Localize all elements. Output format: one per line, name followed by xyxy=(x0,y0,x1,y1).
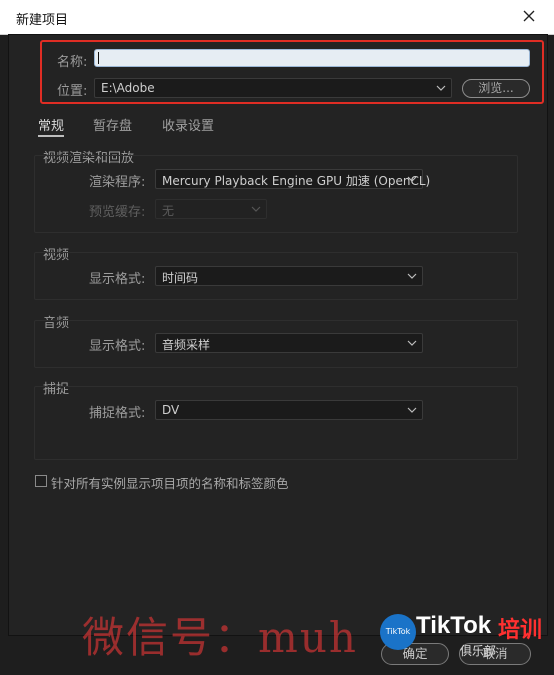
preview-cache-select: 无 xyxy=(155,199,267,219)
location-value: E:\Adobe xyxy=(101,81,155,95)
browse-button[interactable]: 浏览... xyxy=(462,79,530,98)
show-label-colors-label: 针对所有实例显示项目项的名称和标签颜色 xyxy=(51,476,289,491)
name-label: 名称: xyxy=(57,55,88,70)
tab-scratch-disks[interactable]: 暂存盘 xyxy=(93,115,132,134)
dialog-titlebar: 新建项目 xyxy=(0,0,554,35)
logo-club-text: 俱乐部 xyxy=(460,644,497,658)
dialog-title: 新建项目 xyxy=(16,13,69,28)
watermark-text: 微信号：muh xyxy=(82,613,358,662)
renderer-value: Mercury Playback Engine GPU 加速 (OpenCL) xyxy=(162,174,431,188)
show-label-colors-checkbox[interactable] xyxy=(35,475,47,487)
audio-format-value: 音频采样 xyxy=(162,338,211,352)
close-icon xyxy=(523,10,535,22)
logo-text: TikTok xyxy=(416,612,492,639)
tab-ingest-settings[interactable]: 收录设置 xyxy=(162,115,214,134)
capture-format-label: 捕捉格式: xyxy=(89,406,146,421)
project-name-input[interactable] xyxy=(94,49,530,67)
audio-format-label: 显示格式: xyxy=(89,339,146,354)
tiktok-badge-icon: TikTok xyxy=(380,614,416,650)
tab-general[interactable]: 常规 xyxy=(38,115,65,137)
chevron-down-icon xyxy=(407,340,417,346)
chevron-down-icon xyxy=(407,407,417,413)
chevron-down-icon xyxy=(436,85,446,91)
text-caret xyxy=(98,52,99,64)
video-format-value: 时间码 xyxy=(162,271,199,285)
logo-red-text: 培训 xyxy=(498,618,543,643)
video-format-label: 显示格式: xyxy=(89,272,146,287)
renderer-label: 渲染程序: xyxy=(89,175,146,190)
capture-section xyxy=(34,386,518,460)
location-select[interactable]: E:\Adobe xyxy=(94,78,452,98)
video-format-select[interactable]: 时间码 xyxy=(155,266,423,286)
audio-format-select[interactable]: 音频采样 xyxy=(155,333,423,353)
preview-cache-value: 无 xyxy=(162,204,175,218)
chevron-down-icon xyxy=(251,206,261,212)
chevron-down-icon xyxy=(407,176,417,182)
preview-cache-label: 预览缓存: xyxy=(89,205,146,220)
capture-format-value: DV xyxy=(162,403,180,417)
renderer-select[interactable]: Mercury Playback Engine GPU 加速 (OpenCL) xyxy=(155,169,430,189)
chevron-down-icon xyxy=(407,273,417,279)
close-button[interactable] xyxy=(518,5,540,27)
tiktok-logo: TikTok TikTok 培训 俱乐部 xyxy=(380,612,546,662)
capture-format-select[interactable]: DV xyxy=(155,400,423,420)
location-label: 位置: xyxy=(57,84,88,99)
render-section xyxy=(34,155,518,233)
